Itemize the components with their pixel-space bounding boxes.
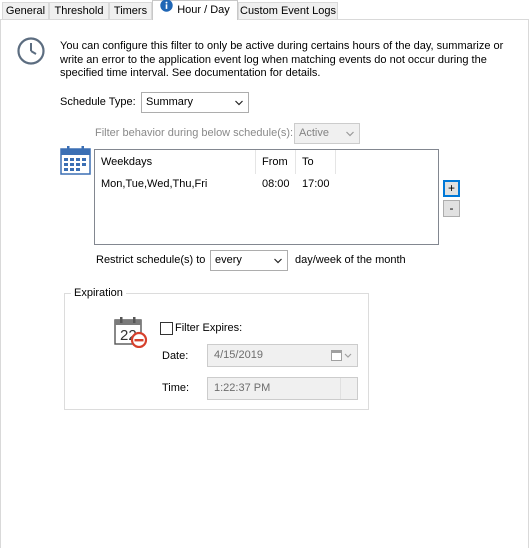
time-value: 1:22:37 PM [214, 382, 271, 394]
restrict-label: Restrict schedule(s) to [96, 254, 206, 266]
column-header-weekdays[interactable]: Weekdays [95, 150, 256, 174]
column-header-from[interactable]: From [256, 150, 296, 174]
calendar-icon [60, 145, 91, 178]
calendar-remove-icon: 22 [114, 316, 148, 351]
restrict-value: every [215, 254, 242, 266]
tab-threshold-label: Threshold [54, 5, 104, 17]
tab-general[interactable]: General [2, 2, 49, 19]
chevron-down-icon [274, 258, 282, 264]
remove-button-label: - [449, 201, 454, 215]
chevron-down-icon [346, 131, 354, 137]
schedule-list[interactable]: Weekdays From To Mon,Tue,Wed,Thu,Fri 08:… [94, 149, 439, 245]
tab-hour-day[interactable]: Hour / Day [152, 0, 238, 20]
filter-expires-label: Filter Expires: [175, 322, 243, 334]
clock-icon [16, 36, 46, 69]
schedule-type-select[interactable]: Summary [141, 92, 249, 113]
restrict-select[interactable]: every [210, 250, 288, 271]
tab-timers-label: Timers [113, 5, 148, 17]
time-label: Time: [162, 382, 190, 394]
chevron-down-icon [235, 100, 243, 106]
row-to: 17:00 [302, 178, 330, 190]
date-picker[interactable]: 4/15/2019 [207, 344, 358, 367]
remove-schedule-button[interactable]: - [443, 200, 460, 217]
column-weekdays-label: Weekdays [101, 156, 153, 168]
filter-behavior-select[interactable]: Active [294, 123, 360, 144]
time-picker[interactable]: 1:22:37 PM [207, 377, 358, 400]
time-spinner[interactable] [340, 378, 357, 399]
tab-general-label: General [5, 5, 46, 17]
filter-behavior-value: Active [299, 127, 329, 139]
schedule-type-value: Summary [146, 96, 194, 108]
date-label: Date: [162, 350, 189, 362]
filter-behavior-label: Filter behavior during below schedule(s)… [95, 127, 294, 139]
calendar-dropdown-icon [331, 349, 353, 370]
column-from-label: From [262, 156, 288, 168]
add-button-label: + [447, 181, 455, 195]
restrict-suffix: day/week of the month [295, 254, 406, 266]
row-from: 08:00 [262, 178, 290, 190]
schedule-type-label: Schedule Type: [60, 96, 136, 108]
tab-threshold[interactable]: Threshold [49, 2, 109, 19]
tab-hour-day-label: Hour / Day [177, 4, 230, 16]
tab-custom-event-logs[interactable]: Custom Event Logs [238, 2, 338, 19]
tab-strip: General Threshold Timers Hour / Day Cust… [0, 0, 529, 20]
date-value: 4/15/2019 [214, 349, 263, 361]
filter-expires-checkbox[interactable] [160, 322, 173, 335]
row-weekdays: Mon,Tue,Wed,Thu,Fri [101, 178, 208, 190]
tab-timers[interactable]: Timers [109, 2, 152, 19]
info-icon [160, 0, 173, 19]
expiration-legend: Expiration [71, 287, 126, 299]
column-to-label: To [302, 156, 314, 168]
column-header-to[interactable]: To [296, 150, 336, 174]
tab-custom-event-logs-label: Custom Event Logs [240, 5, 336, 17]
description-text: You can configure this filter to only be… [60, 40, 504, 79]
table-row[interactable]: Mon,Tue,Wed,Thu,Fri 08:00 17:00 [95, 176, 438, 192]
schedule-list-header: Weekdays From To [95, 150, 438, 174]
add-schedule-button[interactable]: + [443, 180, 460, 197]
